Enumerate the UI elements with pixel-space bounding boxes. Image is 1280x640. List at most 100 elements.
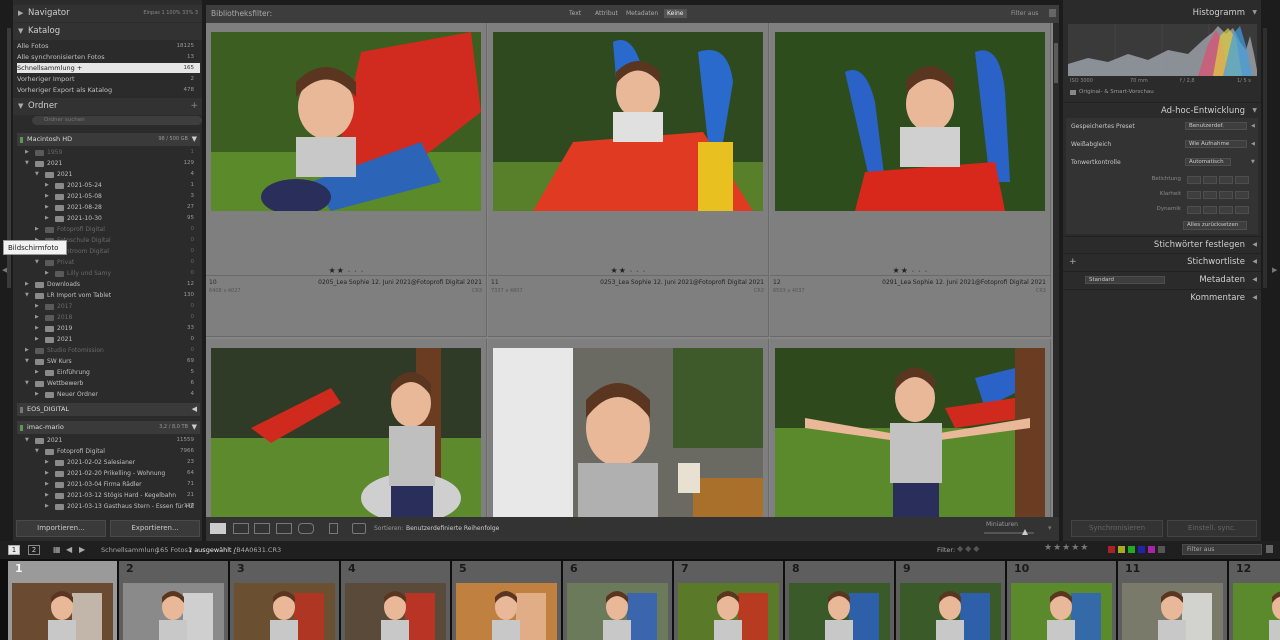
toolbar-menu-icon[interactable]: ▾: [1048, 524, 1052, 532]
filmstrip-thumbnail[interactable]: [1122, 583, 1223, 640]
folder-item[interactable]: ▶ 2021-05-08 3: [17, 191, 200, 202]
filmstrip-cell[interactable]: 4: [341, 561, 450, 640]
color-yellow-icon[interactable]: [1118, 546, 1125, 553]
adjust-step-button[interactable]: [1235, 191, 1249, 199]
triangle-left-icon[interactable]: ◀: [1251, 121, 1255, 132]
scrollbar-thumb[interactable]: [1054, 43, 1058, 83]
people-view-icon[interactable]: [298, 523, 314, 534]
catalog-item-all-photos[interactable]: Alle Fotos 18125: [17, 41, 200, 51]
metadata-header[interactable]: Standard Metadaten ◀: [1063, 271, 1261, 287]
filmstrip-thumbnail[interactable]: [123, 583, 224, 640]
folder-item[interactable]: ▶ Studio Fotomission 0: [17, 345, 200, 356]
triangle-right-icon[interactable]: ▶: [1272, 266, 1277, 274]
catalog-item-synced[interactable]: Alle synchronisierten Fotos 13: [17, 52, 200, 62]
catalog-item-previous-import[interactable]: Vorheriger Import 2: [17, 74, 200, 84]
folder-item[interactable]: ▶ 2021-02-02 Salesianer 23: [17, 457, 200, 468]
painter-icon[interactable]: [329, 523, 338, 534]
folder-toggle-icon[interactable]: ▶: [45, 457, 49, 468]
adjust-step-button[interactable]: [1235, 176, 1249, 184]
folder-item[interactable]: ▶ 2021-02-20 Prikelling - Wohnung 64: [17, 468, 200, 479]
adjust-step-button[interactable]: [1203, 191, 1217, 199]
adjust-step-button[interactable]: [1203, 206, 1217, 214]
filmstrip-cell[interactable]: 12: [1229, 561, 1280, 640]
filmstrip-thumbnail[interactable]: [234, 583, 335, 640]
adjust-step-button[interactable]: [1219, 176, 1233, 184]
folder-item[interactable]: ▼ Privat 0: [17, 257, 200, 268]
filmstrip-cell[interactable]: 11: [1118, 561, 1227, 640]
navigator-header[interactable]: ▶ Navigator Einpas 1 100% 33% 3: [13, 5, 202, 22]
folder-item[interactable]: ▼ Wettbewerb 6: [17, 378, 200, 389]
adjust-step-button[interactable]: [1219, 191, 1233, 199]
folder-toggle-icon[interactable]: ▶: [25, 147, 29, 158]
white-balance-select[interactable]: Wie Aufnahme: [1185, 140, 1247, 148]
grid-cell[interactable]: [206, 339, 487, 517]
folder-toggle-icon[interactable]: ▶: [35, 312, 39, 323]
filmstrip-thumbnail[interactable]: [678, 583, 779, 640]
filmstrip-cell[interactable]: 10: [1007, 561, 1116, 640]
folder-toggle-icon[interactable]: ▼: [25, 290, 29, 301]
filmstrip-thumbnail[interactable]: [345, 583, 446, 640]
adjust-step-button[interactable]: [1187, 176, 1201, 184]
triangle-down-icon[interactable]: ▼: [1251, 157, 1255, 168]
back-arrow-icon[interactable]: ◀: [66, 545, 72, 554]
filmstrip-thumbnail[interactable]: [1233, 583, 1280, 640]
adjust-step-button[interactable]: [1219, 206, 1233, 214]
volume-macintosh-hd[interactable]: Macintosh HD 98 / 500 GB ▼: [17, 133, 200, 146]
folder-toggle-icon[interactable]: ▶: [45, 268, 49, 279]
color-none-icon[interactable]: [1158, 546, 1165, 553]
volume-imac-mario[interactable]: imac-mario 3,2 / 8,0 TB ▼: [17, 421, 200, 434]
filmstrip-cell[interactable]: 9: [896, 561, 1005, 640]
sync-settings-button[interactable]: Einstell. sync.: [1167, 520, 1257, 537]
reset-all-button[interactable]: Alles zurücksetzen: [1183, 221, 1247, 230]
folder-item[interactable]: ▶ 2021-08-28 27: [17, 202, 200, 213]
photo-thumbnail[interactable]: [775, 32, 1045, 211]
folder-toggle-icon[interactable]: ▶: [35, 367, 39, 378]
volume-eos-digital[interactable]: EOS_DIGITAL ◀: [17, 403, 200, 416]
photo-thumbnail[interactable]: [211, 32, 481, 211]
quick-develop-header[interactable]: Ad-hoc-Entwicklung ▼: [1063, 102, 1261, 118]
slider-thumb[interactable]: [1022, 529, 1028, 535]
loupe-view-icon[interactable]: [233, 523, 249, 534]
grid-icon[interactable]: ▦: [53, 545, 61, 554]
folder-toggle-icon[interactable]: ▼: [35, 446, 39, 457]
filter-option-attribute[interactable]: Attribut: [595, 10, 618, 17]
folders-header[interactable]: ▼ Ordner +: [13, 98, 202, 115]
filter-lock-icon[interactable]: [1266, 545, 1273, 553]
keyword-list-header[interactable]: + Stichwortliste ◀: [1063, 253, 1261, 269]
folder-item[interactable]: ▶ 2017 0: [17, 301, 200, 312]
rating-stars[interactable]: ★★ • • •: [488, 266, 769, 275]
comments-header[interactable]: Kommentare ◀: [1063, 289, 1261, 305]
folder-item[interactable]: ▶ 2018 0: [17, 312, 200, 323]
folder-item[interactable]: ▼ 2021 129: [17, 158, 200, 169]
adjust-step-button[interactable]: [1187, 206, 1201, 214]
folder-toggle-icon[interactable]: ▶: [25, 345, 29, 356]
filmstrip-thumbnail[interactable]: [789, 583, 890, 640]
folder-item[interactable]: ▼ Fotoprofi Digital 7966: [17, 446, 200, 457]
folder-toggle-icon[interactable]: ▶: [45, 191, 49, 202]
survey-view-icon[interactable]: [276, 523, 292, 534]
filmstrip-cell[interactable]: 1: [8, 561, 117, 640]
folder-toggle-icon[interactable]: ▼: [25, 435, 29, 446]
folder-item[interactable]: ▶ Downloads 12: [17, 279, 200, 290]
color-label-filter[interactable]: [1108, 546, 1178, 553]
grid-cell[interactable]: [488, 339, 769, 517]
folder-item[interactable]: ▼ 2021 4: [17, 169, 200, 180]
catalog-item-quick-collection[interactable]: Schnellsammlung +165: [17, 63, 200, 73]
window-1-button[interactable]: 1: [8, 545, 20, 555]
right-scrollbar[interactable]: [1263, 28, 1267, 288]
folder-toggle-icon[interactable]: ▶: [25, 279, 29, 290]
adjust-step-button[interactable]: [1235, 206, 1249, 214]
color-blue-icon[interactable]: [1138, 546, 1145, 553]
folder-toggle-icon[interactable]: ▶: [35, 389, 39, 400]
sync-metadata-button[interactable]: Synchronisieren: [1071, 520, 1163, 537]
folder-toggle-icon[interactable]: ▼: [25, 356, 29, 367]
folder-toggle-icon[interactable]: ▼: [25, 158, 29, 169]
folder-item[interactable]: ▶ 1959 1: [17, 147, 200, 158]
adjust-step-button[interactable]: [1187, 191, 1201, 199]
thumbnail-size-slider[interactable]: [984, 529, 1034, 535]
sort-select[interactable]: Benutzerdefinierte Reihenfolge: [406, 525, 499, 532]
filmstrip-cell[interactable]: 6: [563, 561, 672, 640]
color-red-icon[interactable]: [1108, 546, 1115, 553]
flag-filter-icons[interactable]: ◆◆◆: [957, 544, 981, 553]
photo-thumbnail[interactable]: [493, 32, 763, 211]
